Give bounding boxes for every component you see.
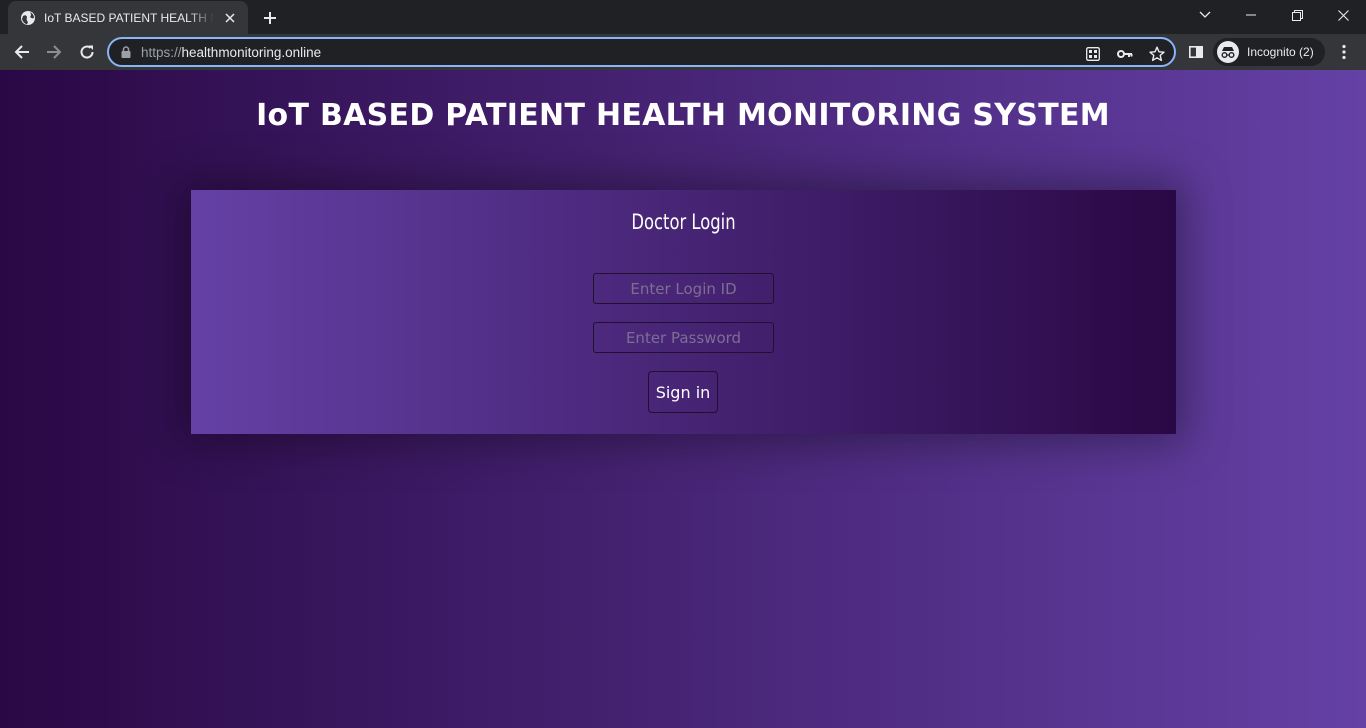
login-heading: Doctor Login	[631, 210, 736, 234]
browser-tab[interactable]: IoT BASED PATIENT HEALTH MONITORING SYST…	[8, 1, 248, 34]
address-bar[interactable]: https://healthmonitoring.online	[107, 37, 1176, 67]
login-card: Doctor Login Sign in	[191, 190, 1176, 434]
new-tab-icon[interactable]	[258, 6, 282, 30]
incognito-label: Incognito (2)	[1247, 45, 1314, 59]
forward-arrow-icon[interactable]	[40, 38, 68, 66]
url-host: healthmonitoring.online	[181, 44, 322, 60]
key-icon[interactable]	[1115, 44, 1135, 64]
sign-in-button[interactable]: Sign in	[648, 371, 718, 413]
bookmark-star-icon[interactable]	[1147, 44, 1167, 64]
password-input[interactable]	[593, 322, 774, 353]
browser-toolbar: https://healthmonitoring.online Incognit…	[0, 34, 1366, 70]
lock-icon[interactable]	[121, 46, 131, 58]
tab-search-chevron-icon[interactable]	[1182, 0, 1228, 30]
tab-title: IoT BASED PATIENT HEALTH MONITORING SYST…	[44, 10, 214, 25]
back-arrow-icon[interactable]	[8, 38, 36, 66]
tab-strip: IoT BASED PATIENT HEALTH MONITORING SYST…	[0, 0, 1366, 34]
page-title: IoT BASED PATIENT HEALTH MONITORING SYST…	[256, 98, 1110, 133]
close-tab-icon[interactable]	[222, 10, 238, 26]
url-text: https://healthmonitoring.online	[141, 45, 321, 60]
minimize-icon[interactable]	[1228, 0, 1274, 30]
restore-icon[interactable]	[1274, 0, 1320, 30]
menu-kebab-icon[interactable]	[1330, 38, 1358, 66]
incognito-icon	[1217, 41, 1239, 63]
qr-code-icon[interactable]	[1083, 44, 1103, 64]
side-panel-icon[interactable]	[1182, 38, 1210, 66]
page-viewport: IoT BASED PATIENT HEALTH MONITORING SYST…	[0, 70, 1366, 728]
login-id-input[interactable]	[593, 273, 774, 304]
reload-icon[interactable]	[73, 38, 101, 66]
incognito-profile-button[interactable]: Incognito (2)	[1213, 38, 1325, 66]
url-scheme: https://	[141, 44, 182, 60]
close-window-icon[interactable]	[1320, 0, 1366, 30]
globe-icon	[20, 10, 36, 26]
